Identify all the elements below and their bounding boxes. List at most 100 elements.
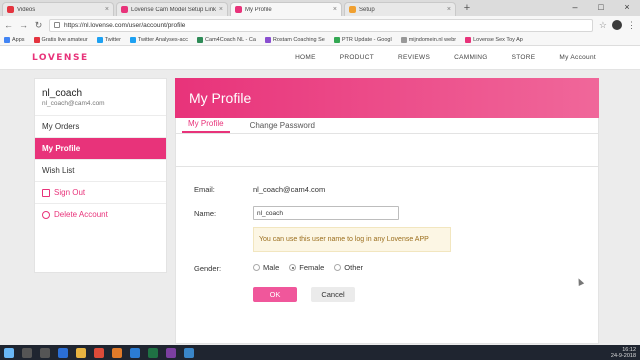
windows-start-icon[interactable] xyxy=(4,347,14,358)
ie-icon[interactable] xyxy=(58,347,68,358)
radio-circle-icon xyxy=(334,264,342,271)
browser-tab-setup[interactable]: Setup × xyxy=(344,2,456,16)
gender-male-radio[interactable]: Male xyxy=(253,263,279,272)
clock-date: 24-9-2018 xyxy=(610,352,636,359)
lovense-favicon-icon xyxy=(465,36,472,43)
sidebar-item-label: My Orders xyxy=(42,122,80,131)
chrome-icon[interactable] xyxy=(94,347,104,358)
close-window-icon[interactable]: × xyxy=(614,0,640,16)
close-tab-icon[interactable]: × xyxy=(447,6,451,13)
bookmark-label: Apps xyxy=(12,36,25,43)
lovense-logo[interactable]: LOVENSE xyxy=(32,53,89,63)
bookmark-item[interactable]: Gratis live amateur xyxy=(33,36,88,43)
sidebar-item-wish-list[interactable]: Wish List xyxy=(35,159,166,181)
bookmark-label: Twitter Analyses-acc xyxy=(137,36,189,43)
app-icon[interactable] xyxy=(184,347,194,358)
search-icon[interactable] xyxy=(22,347,32,358)
radio-circle-icon xyxy=(253,264,260,271)
bookmark-item[interactable]: PTR Update - Googl xyxy=(333,36,392,43)
radio-label: Male xyxy=(263,263,280,272)
profile-tabs: My Profile Change Password xyxy=(176,118,598,134)
bookmark-item[interactable]: Cam4Coach NL - Ca xyxy=(197,36,256,43)
nav-product[interactable]: PRODUCT xyxy=(328,54,386,61)
minimize-icon[interactable]: – xyxy=(562,0,588,16)
sidebar-item-sign-out[interactable]: Sign Out xyxy=(35,181,166,203)
sidebar-item-my-orders[interactable]: My Orders xyxy=(35,115,166,137)
close-tab-icon[interactable]: × xyxy=(333,6,337,13)
tab-my-profile[interactable]: My Profile xyxy=(182,119,230,133)
word-icon[interactable] xyxy=(130,347,140,358)
name-field[interactable] xyxy=(253,206,399,220)
twitter-bird-icon xyxy=(96,36,103,43)
bookmark-label: Cam4Coach NL - Ca xyxy=(205,36,256,43)
app-icon[interactable] xyxy=(166,347,176,358)
site-nav: HOME PRODUCT REVIEWS CAMMING STORE My Ac… xyxy=(283,54,608,61)
system-clock[interactable]: 16:12 24-9-2018 xyxy=(611,347,636,359)
excel-icon[interactable] xyxy=(148,347,158,358)
email-value: nl_coach@cam4.com xyxy=(253,185,326,194)
sidebar-item-delete-account[interactable]: Delete Account xyxy=(35,203,166,225)
file-explorer-icon[interactable] xyxy=(76,347,86,358)
browser-tab-setup-link[interactable]: Lovense Cam Model Setup Link × xyxy=(116,2,228,16)
browser-menu-icon[interactable]: ⋮ xyxy=(627,20,636,31)
tab-label: Lovense Cam Model Setup Link xyxy=(131,6,216,13)
nav-store[interactable]: STORE xyxy=(500,54,548,61)
radio-label: Other xyxy=(344,263,364,272)
nav-camming[interactable]: CAMMING xyxy=(442,54,500,61)
bookmark-star-icon[interactable]: ☆ xyxy=(599,20,607,31)
bookmark-favicon-icon xyxy=(264,36,271,43)
maximize-icon[interactable]: □ xyxy=(588,0,614,16)
bookmark-item[interactable]: Twitter xyxy=(96,36,121,43)
browser-extensions: ☆ ⋮ xyxy=(599,20,636,31)
bookmark-label: Gratis live amateur xyxy=(41,36,88,43)
lovense-favicon-icon xyxy=(235,6,242,13)
bookmark-favicon-icon xyxy=(33,36,40,43)
close-tab-icon[interactable]: × xyxy=(105,6,109,13)
radio-label: Female xyxy=(299,263,325,272)
bookmark-label: PTR Update - Googl xyxy=(341,36,392,43)
bookmark-label: Rostam Coaching Se xyxy=(272,36,325,43)
bookmark-item[interactable]: Apps xyxy=(4,36,25,43)
sidebar-username: nl_coach xyxy=(42,88,83,99)
nav-home[interactable]: HOME xyxy=(283,54,328,61)
reload-icon[interactable]: ↻ xyxy=(34,20,43,31)
apps-grid-icon xyxy=(4,36,10,43)
bookmark-favicon-icon xyxy=(333,36,340,43)
gender-radio-group: Male Female Other xyxy=(253,263,363,272)
lovense-favicon-icon xyxy=(121,6,128,13)
power-icon xyxy=(42,210,50,219)
os-taskbar: 16:12 24-9-2018 xyxy=(0,345,640,360)
site-header: LOVENSE HOME PRODUCT REVIEWS CAMMING STO… xyxy=(0,46,640,70)
sidebar-item-label: Delete Account xyxy=(54,210,108,219)
gender-other-radio[interactable]: Other xyxy=(334,263,363,272)
back-arrow-icon[interactable]: ← xyxy=(4,20,13,30)
sign-out-icon xyxy=(42,188,50,197)
forward-arrow-icon[interactable]: → xyxy=(19,20,28,30)
new-tab-plus-icon[interactable]: + xyxy=(460,2,474,16)
bookmark-label: Lovense Sex Toy Ap xyxy=(473,36,523,43)
browser-tab-videos[interactable]: Videos × xyxy=(2,2,114,16)
nav-my-account[interactable]: My Account xyxy=(547,54,608,61)
nav-reviews[interactable]: REVIEWS xyxy=(386,54,442,61)
window-controls: – □ × xyxy=(562,0,640,16)
bookmark-item[interactable]: Lovense Sex Toy Ap xyxy=(465,36,523,43)
sidebar-item-my-profile[interactable]: My Profile xyxy=(35,137,166,159)
profile-avatar-icon[interactable] xyxy=(612,20,622,30)
radio-selected-icon xyxy=(289,264,297,271)
browser-tab-my-profile[interactable]: My Profile × xyxy=(230,2,342,16)
close-tab-icon[interactable]: × xyxy=(219,6,223,13)
tab-change-password[interactable]: Change Password xyxy=(244,121,321,133)
url-field[interactable]: https://nl.lovense.com/user/account/prof… xyxy=(49,18,593,32)
bookmark-item[interactable]: Twitter Analyses-acc xyxy=(129,36,189,43)
cancel-button[interactable]: Cancel xyxy=(311,287,355,302)
ok-button[interactable]: OK xyxy=(253,287,297,302)
gender-female-radio[interactable]: Female xyxy=(289,263,324,272)
twitter-bird-icon xyxy=(129,36,136,43)
bookmark-item[interactable]: Rostam Coaching Se xyxy=(264,36,325,43)
bookmark-item[interactable]: mijndomein.nl webr xyxy=(400,36,457,43)
task-view-icon[interactable] xyxy=(40,347,50,358)
lock-icon xyxy=(54,22,60,28)
firefox-icon[interactable] xyxy=(112,347,122,358)
bookmark-label: mijndomein.nl webr xyxy=(408,36,457,43)
tab-label: My Profile xyxy=(245,6,272,13)
